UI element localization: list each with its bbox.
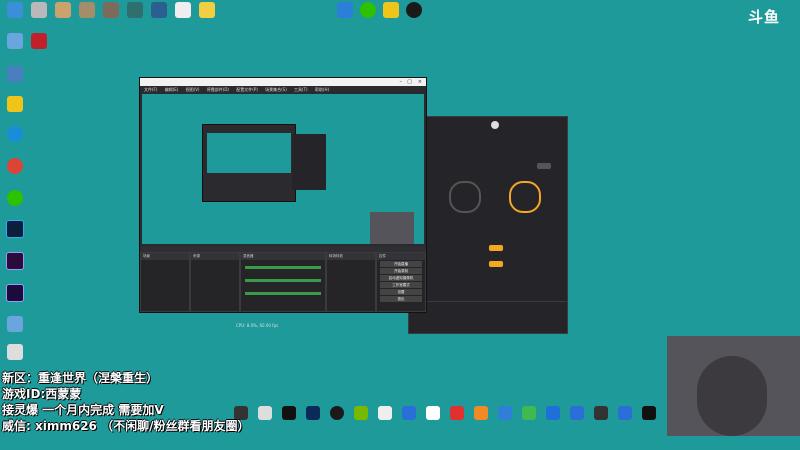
taskbar-icon-4[interactable] — [306, 406, 320, 420]
controls-header: 控件 — [377, 253, 425, 260]
yellow-button-1[interactable] — [489, 245, 503, 251]
scenes-header: 场景 — [141, 253, 189, 260]
taskbar-icon-17[interactable] — [618, 406, 632, 420]
cat-silhouette — [697, 356, 767, 436]
geforce-icon[interactable] — [354, 406, 368, 420]
overlay-line-4: 威信: ximm626 （不闲聊/粉丝群看朋友圈） — [2, 419, 250, 433]
nested-streaming-window — [292, 134, 326, 190]
menu-scene-collection[interactable]: 场景集合(S) — [265, 87, 287, 92]
qq-icon[interactable] — [399, 2, 429, 20]
netease-icon[interactable] — [450, 406, 464, 420]
yellow-button-2[interactable] — [489, 261, 503, 267]
obs-menubar: 文件(F) 编辑(E) 视图(V) 停靠部件(D) 配置文件(P) 场景集合(S… — [140, 86, 426, 93]
streaming-tool-window[interactable] — [408, 116, 568, 334]
wechat-icon[interactable] — [0, 190, 30, 208]
douyu-logo: 斗鱼 — [748, 8, 781, 26]
taskbar-icon-11[interactable] — [474, 406, 488, 420]
menu-edit[interactable]: 编辑(E) — [165, 87, 179, 92]
start-streaming-button[interactable]: 开始直播 — [380, 261, 422, 267]
menu-file[interactable]: 文件(F) — [144, 87, 157, 92]
taskbar-icon-7[interactable] — [378, 406, 392, 420]
mixer-dock[interactable]: 混音器 — [240, 252, 326, 312]
virtual-camera-button[interactable]: 启动虚拟摄像机 — [380, 275, 422, 281]
divider — [409, 301, 567, 302]
premiere-icon[interactable] — [0, 252, 30, 272]
obs-docks: 场景 来源 混音器 转场特效 控件 开始直播 开始录制 启动虚拟摄像机 工作室模… — [140, 246, 426, 312]
nested-camera — [370, 212, 414, 244]
maximize-icon[interactable]: □ — [407, 78, 412, 86]
exit-button[interactable]: 退出 — [380, 296, 422, 302]
desktop-icon-red[interactable] — [24, 33, 54, 51]
taskbar-icon-14[interactable] — [546, 406, 560, 420]
menu-tools[interactable]: 工具(T) — [294, 87, 308, 92]
minimize-icon[interactable]: – — [400, 78, 403, 86]
scenes-dock[interactable]: 场景 — [140, 252, 190, 312]
taskbar-icon-2[interactable] — [258, 406, 272, 420]
epic-icon[interactable] — [282, 406, 296, 420]
controls-dock[interactable]: 控件 开始直播 开始录制 启动虚拟摄像机 工作室模式 设置 退出 — [376, 252, 426, 312]
nested-obs-window — [202, 124, 296, 202]
mode-ring-left[interactable] — [449, 181, 481, 213]
sources-header: 来源 — [191, 253, 239, 260]
photoshop-icon[interactable] — [0, 220, 30, 240]
taskbar-icon-18[interactable] — [642, 406, 656, 420]
obs-window[interactable]: – □ × 文件(F) 编辑(E) 视图(V) 停靠部件(D) 配置文件(P) … — [139, 77, 427, 313]
mixer-meter-1 — [245, 266, 321, 269]
avatar[interactable] — [491, 121, 499, 129]
after-effects-icon[interactable] — [0, 284, 30, 304]
overlay-line-3: 接灵爆 一个月内完成 需要加V — [2, 403, 164, 417]
obs-titlebar: – □ × — [140, 78, 426, 86]
taskbar-icon-12[interactable] — [498, 406, 512, 420]
taskbar-icon-8[interactable] — [402, 406, 416, 420]
edge-icon[interactable] — [0, 126, 30, 144]
settings-button[interactable]: 设置 — [380, 289, 422, 295]
sources-dock[interactable]: 来源 — [190, 252, 240, 312]
taskbar-icon-15[interactable] — [570, 406, 584, 420]
taskbar-icon-13[interactable] — [522, 406, 536, 420]
menu-help[interactable]: 帮助(H) — [315, 87, 329, 92]
taskbar-icon-16[interactable] — [594, 406, 608, 420]
overlay-line-1: 新区：重逢世界（涅槃重生） — [2, 371, 159, 385]
studio-mode-button[interactable]: 工作室模式 — [380, 282, 422, 288]
nested-preview — [207, 133, 291, 173]
desktop-icon-top-8[interactable] — [192, 2, 222, 20]
start-recording-button[interactable]: 开始录制 — [380, 268, 422, 274]
desktop-icon-12[interactable] — [0, 344, 30, 362]
mixer-header: 混音器 — [241, 253, 325, 260]
transitions-header: 转场特效 — [327, 253, 375, 260]
transitions-dock[interactable]: 转场特效 — [326, 252, 376, 312]
desktop-icon-4[interactable] — [0, 96, 30, 114]
desktop-icon-3[interactable] — [0, 66, 30, 84]
menu-profile[interactable]: 配置文件(P) — [236, 87, 258, 92]
menu-docks[interactable]: 停靠部件(D) — [207, 87, 229, 92]
chrome-icon[interactable] — [0, 158, 30, 176]
mixer-meter-2 — [245, 279, 321, 282]
desktop-icon-11[interactable] — [0, 316, 30, 334]
mixer-meter-3 — [245, 292, 321, 295]
small-button[interactable] — [537, 163, 551, 169]
mode-ring-right[interactable] — [509, 181, 541, 213]
webcam-overlay — [667, 336, 800, 436]
menu-view[interactable]: 视图(V) — [186, 87, 200, 92]
taskbar-icons — [230, 404, 666, 426]
obs-preview[interactable] — [142, 94, 424, 244]
overlay-line-2: 游戏ID:西蒙蒙 — [2, 387, 82, 401]
obs-icon[interactable] — [330, 406, 344, 420]
taskbar-icon-9[interactable] — [426, 406, 440, 420]
status-text: CPU: 8.0%, 60.00 fps — [236, 323, 279, 328]
close-icon[interactable]: × — [418, 78, 422, 86]
